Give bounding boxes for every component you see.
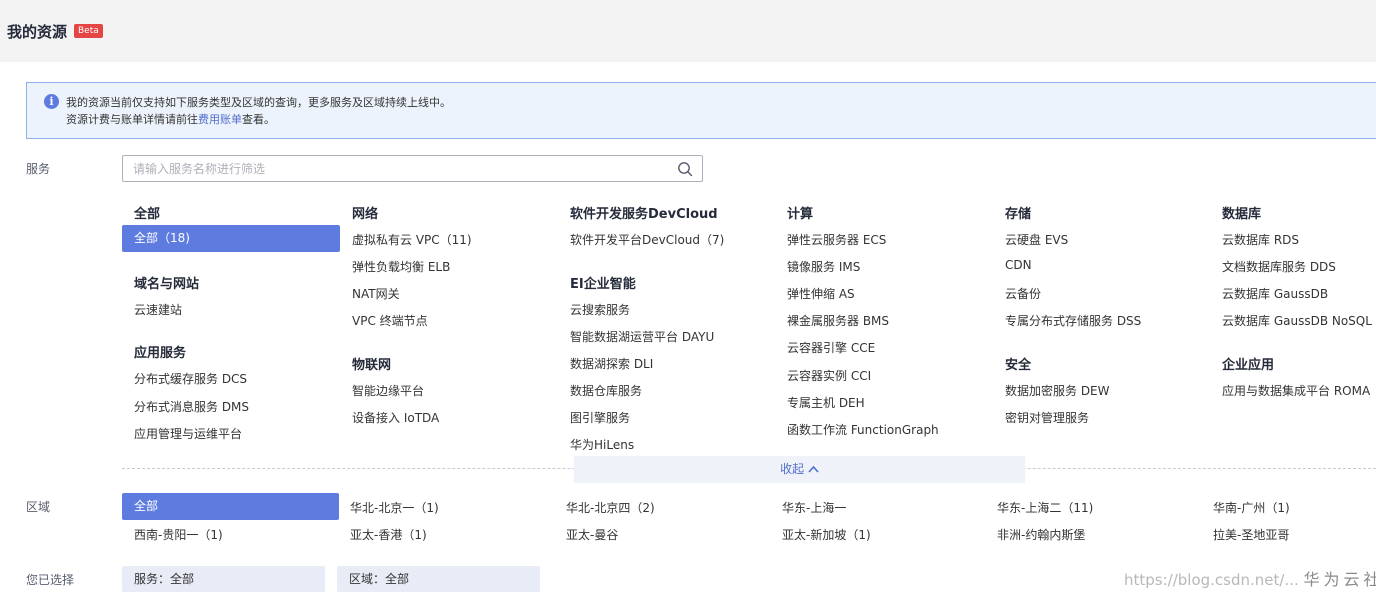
service-item[interactable]: 数据湖探索 DLI [570, 355, 653, 372]
service-item[interactable]: 云备份 [1005, 285, 1041, 302]
service-item[interactable]: 云容器引擎 CCE [787, 339, 875, 356]
notice-prefix: 资源计费与账单详情请前往 [66, 113, 198, 126]
service-item[interactable]: 分布式缓存服务 DCS [134, 370, 247, 387]
service-item[interactable]: 图引擎服务 [570, 409, 630, 426]
service-item[interactable]: 裸金属服务器 BMS [787, 312, 889, 329]
category-network-title: 网络 [352, 207, 379, 222]
region-item[interactable]: 华东-上海二（11) [997, 499, 1093, 516]
collapse-button[interactable]: 收起 [574, 456, 1025, 483]
service-item[interactable]: 云数据库 GaussDB [1222, 285, 1328, 302]
region-item[interactable]: 亚太-曼谷 [566, 526, 618, 543]
service-item[interactable]: 弹性云服务器 ECS [787, 231, 886, 248]
service-item[interactable]: 文档数据库服务 DDS [1222, 258, 1336, 275]
region-item[interactable]: 华东-上海一 [782, 499, 846, 516]
region-item[interactable]: 拉美-圣地亚哥 [1213, 526, 1289, 543]
page-header [0, 0, 1376, 62]
chevron-up-icon [808, 465, 819, 473]
service-item[interactable]: 密钥对管理服务 [1005, 409, 1089, 426]
page-title: 我的资源 [7, 23, 68, 41]
region-item[interactable]: 西南-贵阳一（1) [134, 526, 223, 543]
service-item[interactable]: VPC 终端节点 [352, 312, 428, 329]
selected-label: 您已选择 [26, 573, 75, 587]
notice-line-1: 我的资源当前仅支持如下服务类型及区域的查询，更多服务及区域持续上线中。 [66, 96, 451, 109]
service-item[interactable]: NAT网关 [352, 285, 400, 302]
service-item[interactable]: 数据加密服务 DEW [1005, 382, 1110, 399]
search-icon[interactable] [677, 161, 693, 177]
service-item[interactable]: 智能边缘平台 [352, 382, 424, 399]
category-enterprise-title: 企业应用 [1222, 358, 1275, 373]
category-security-title: 安全 [1005, 358, 1032, 373]
service-item[interactable]: 云数据库 RDS [1222, 231, 1299, 248]
info-icon: i [44, 94, 59, 109]
service-item[interactable]: 云容器实例 CCI [787, 367, 871, 384]
service-item[interactable]: 弹性伸缩 AS [787, 285, 855, 302]
service-item[interactable]: 应用与数据集成平台 ROMA [1222, 382, 1370, 399]
billing-link[interactable]: 费用账单 [198, 113, 242, 126]
category-all-title: 全部 [134, 207, 161, 222]
service-item[interactable]: 云速建站 [134, 301, 182, 318]
service-item[interactable]: 专属分布式存储服务 DSS [1005, 312, 1141, 329]
category-app-title: 应用服务 [134, 346, 187, 361]
service-item[interactable]: 镜像服务 IMS [787, 258, 860, 275]
service-item[interactable]: 设备接入 IoTDA [352, 409, 439, 426]
category-domain-title: 域名与网站 [134, 277, 200, 292]
beta-badge: Beta [74, 24, 103, 38]
notice-suffix: 查看。 [242, 113, 275, 126]
service-all-button[interactable]: 全部（18) [122, 225, 340, 252]
region-item[interactable]: 华南-广州（1) [1213, 499, 1290, 516]
service-item[interactable]: 函数工作流 FunctionGraph [787, 421, 939, 438]
category-storage-title: 存储 [1005, 207, 1032, 222]
service-item[interactable]: 虚拟私有云 VPC（11) [352, 231, 472, 248]
region-all-button[interactable]: 全部 [122, 493, 339, 520]
service-item[interactable]: 华为HiLens [570, 436, 634, 453]
region-label: 区域 [26, 500, 51, 514]
category-iot-title: 物联网 [352, 358, 392, 373]
watermark-url: https://blog.csdn.net/... [1124, 571, 1299, 589]
category-compute-title: 计算 [787, 207, 814, 222]
service-item[interactable]: 云搜索服务 [570, 301, 630, 318]
selected-service-chip[interactable]: 服务：全部 [122, 566, 325, 592]
service-item[interactable]: 应用管理与运维平台 [134, 425, 242, 442]
service-item[interactable]: 弹性负载均衡 ELB [352, 258, 450, 275]
watermark: https://blog.csdn.net/... 华为云社区 [1124, 566, 1376, 590]
service-item[interactable]: 软件开发平台DevCloud（7) [570, 231, 724, 248]
selected-region-chip[interactable]: 区域：全部 [337, 566, 540, 592]
service-item[interactable]: 数据仓库服务 [570, 382, 642, 399]
region-item[interactable]: 亚太-香港（1) [350, 526, 427, 543]
service-item[interactable]: CDN [1005, 258, 1032, 272]
category-database-title: 数据库 [1222, 207, 1262, 222]
service-item[interactable]: 云硬盘 EVS [1005, 231, 1068, 248]
category-ei-title: EI企业智能 [570, 277, 636, 292]
region-item[interactable]: 非洲-约翰内斯堡 [997, 526, 1085, 543]
region-item[interactable]: 华北-北京四（2) [566, 499, 655, 516]
category-devcloud-title: 软件开发服务DevCloud [570, 207, 718, 222]
service-item[interactable]: 专属主机 DEH [787, 394, 865, 411]
service-item[interactable]: 分布式消息服务 DMS [134, 398, 249, 415]
service-item[interactable]: 云数据库 GaussDB NoSQL [1222, 312, 1372, 329]
service-label: 服务 [26, 162, 51, 176]
service-search-box[interactable] [122, 155, 703, 182]
notice-line-2: 资源计费与账单详情请前往费用账单查看。 [66, 111, 275, 127]
watermark-logo: 华为云社区 [1303, 570, 1376, 589]
service-item[interactable]: 智能数据湖运营平台 DAYU [570, 328, 714, 345]
collapse-label: 收起 [780, 462, 805, 476]
service-search-input[interactable] [133, 161, 673, 177]
region-item[interactable]: 亚太-新加坡（1) [782, 526, 871, 543]
region-item[interactable]: 华北-北京一（1) [350, 499, 439, 516]
